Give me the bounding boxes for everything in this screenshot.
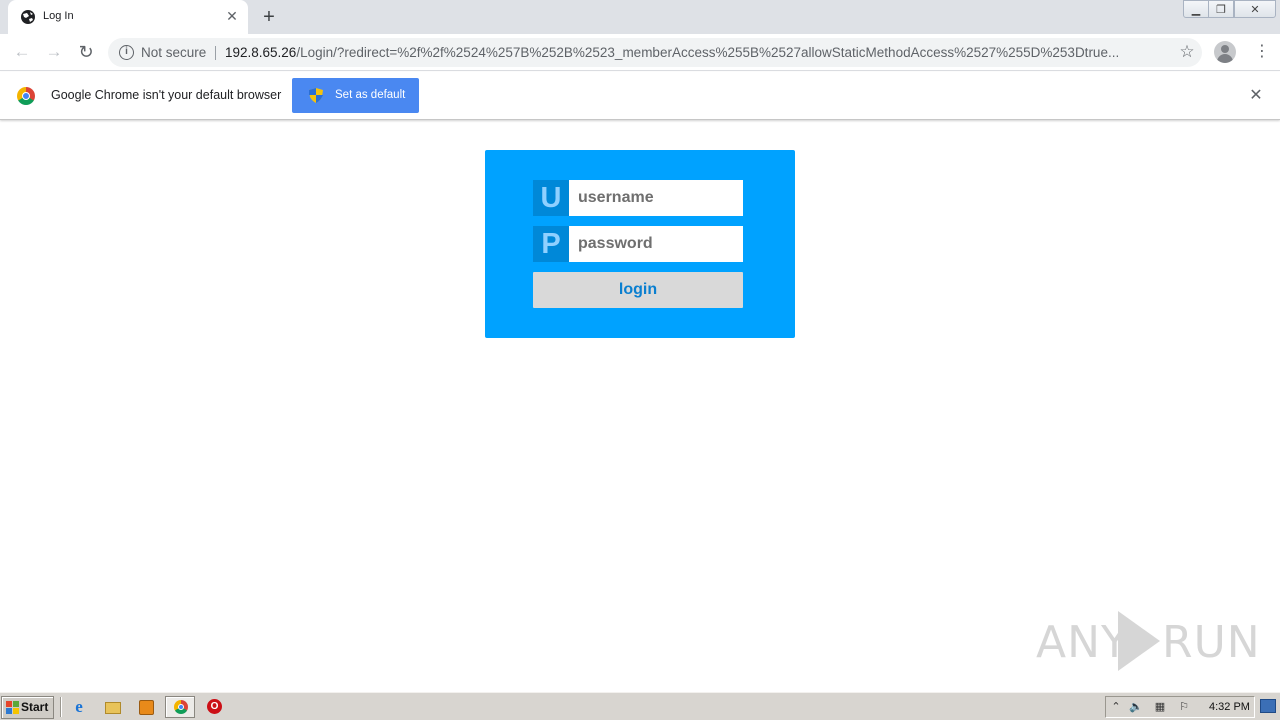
infobar-close-icon[interactable]: ✕ — [1246, 86, 1266, 106]
tray-expand-icon[interactable]: ⌃ — [1108, 699, 1124, 715]
anyrun-watermark: ANY RUN — [1036, 607, 1260, 673]
url-text[interactable]: 192.8.65.26/Login/?redirect=%2f%2f%2524%… — [225, 45, 1165, 60]
tab-strip: Log In ✕ + ▁ ❐ ✕ — [0, 0, 1280, 34]
login-form: U P login — [485, 150, 795, 338]
network-icon[interactable]: ▦ — [1152, 699, 1168, 715]
tab-login[interactable]: Log In ✕ — [8, 0, 248, 34]
watermark-right-text: RUN — [1162, 617, 1261, 668]
minimize-window-button[interactable]: ▁ — [1183, 0, 1209, 18]
restore-window-button[interactable]: ❐ — [1208, 0, 1234, 18]
login-button[interactable]: login — [533, 272, 743, 308]
set-as-default-label: Set as default — [335, 89, 406, 101]
browser-toolbar: ← → ↻ i Not secure 192.8.65.26/Login/?re… — [0, 34, 1280, 71]
chrome-taskbar-icon[interactable] — [165, 696, 195, 718]
address-bar[interactable]: i Not secure 192.8.65.26/Login/?redirect… — [108, 38, 1202, 67]
menu-kebab-icon[interactable]: ⋮ — [1252, 40, 1272, 64]
screen: Log In ✕ + ▁ ❐ ✕ ← → ↻ i Not secure 192.… — [0, 0, 1280, 720]
close-tab-icon[interactable]: ✕ — [224, 8, 240, 24]
default-browser-infobar: Google Chrome isn't your default browser… — [0, 72, 1280, 120]
play-logo-icon — [1118, 611, 1160, 671]
forward-arrow-icon[interactable]: → — [42, 40, 66, 64]
password-input[interactable] — [569, 226, 743, 262]
new-tab-button[interactable]: + — [258, 6, 280, 28]
watermark-left-text: ANY — [1036, 617, 1129, 668]
opera-icon[interactable]: O — [203, 697, 225, 717]
username-icon: U — [533, 180, 569, 216]
close-window-button[interactable]: ✕ — [1234, 0, 1276, 18]
globe-icon — [21, 10, 35, 24]
set-as-default-button[interactable]: Set as default — [292, 78, 419, 113]
back-arrow-icon[interactable]: ← — [10, 40, 34, 64]
system-tray: ⌃ 🔈 ▦ ⚐ 4:32 PM — [1105, 696, 1255, 718]
infobar-message: Google Chrome isn't your default browser — [51, 88, 282, 102]
volume-icon[interactable]: 🔈 — [1128, 699, 1144, 715]
username-input[interactable] — [569, 180, 743, 216]
chrome-logo-icon — [17, 87, 35, 105]
tab-title: Log In — [43, 10, 74, 22]
media-player-icon[interactable] — [136, 697, 158, 717]
taskbar: Start e O ⌃ 🔈 ▦ ⚐ 4:32 PM — [0, 692, 1280, 720]
internet-explorer-icon[interactable]: e — [68, 697, 90, 717]
action-center-flag-icon[interactable]: ⚐ — [1176, 699, 1192, 715]
security-label[interactable]: Not secure — [141, 45, 206, 60]
windows-flag-icon — [6, 701, 19, 714]
reload-icon[interactable]: ↻ — [74, 40, 98, 64]
quicklaunch-divider — [60, 697, 62, 717]
start-button[interactable]: Start — [1, 696, 54, 719]
uac-shield-icon — [309, 88, 323, 103]
clock[interactable]: 4:32 PM — [1209, 701, 1250, 713]
password-icon: P — [533, 226, 569, 262]
file-explorer-icon[interactable] — [102, 697, 124, 717]
info-icon[interactable]: i — [119, 45, 134, 60]
address-divider — [215, 46, 216, 60]
bookmark-star-icon[interactable]: ☆ — [1176, 41, 1198, 63]
url-host: 192.8.65.26 — [225, 45, 297, 60]
url-path: /Login/?redirect=%2f%2f%2524%257B%252B%2… — [296, 45, 1120, 60]
start-label: Start — [21, 700, 49, 714]
profile-avatar-icon[interactable] — [1214, 41, 1236, 63]
show-desktop-icon[interactable] — [1260, 699, 1276, 713]
